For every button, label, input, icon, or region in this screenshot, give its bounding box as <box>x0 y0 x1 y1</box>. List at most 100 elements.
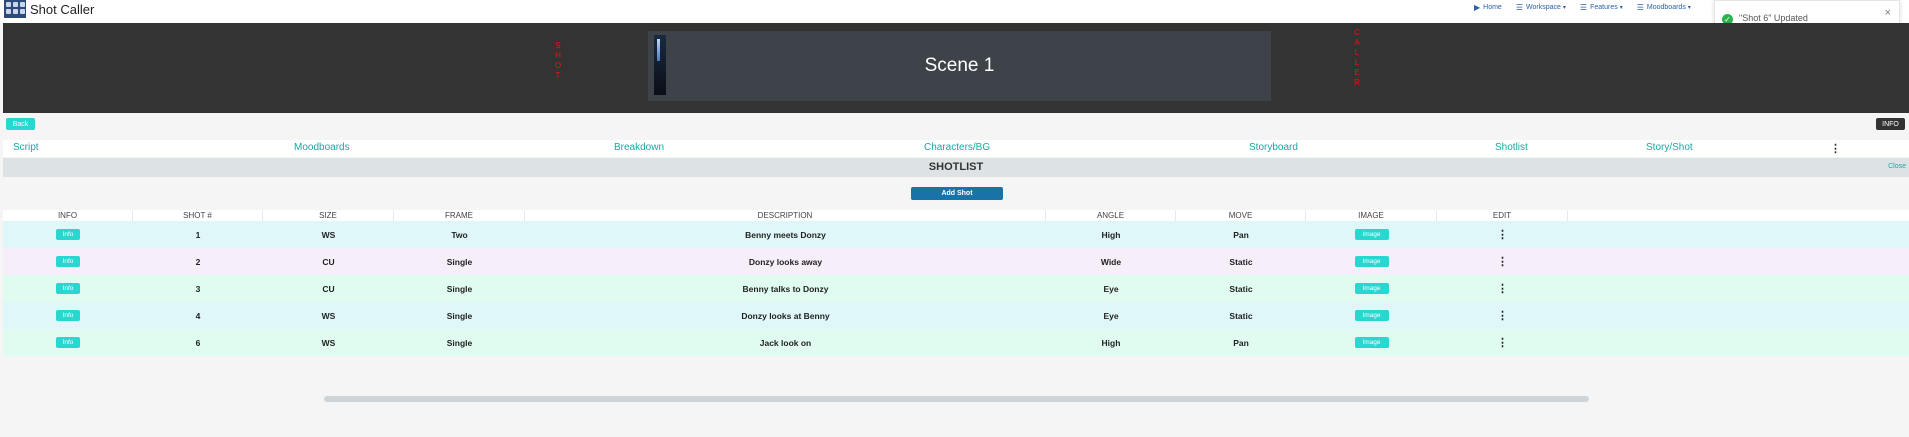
nav-workspace-label: Workspace <box>1526 3 1561 11</box>
table-row: Info 2 CU Single Donzy looks away Wide Static I… <box>3 248 1909 275</box>
caller-letter: A <box>1354 38 1360 47</box>
tab-breakdown[interactable]: Breakdown <box>614 142 664 153</box>
list-icon: ☰ <box>1579 2 1588 12</box>
table-cell-shot-number: 6 <box>195 337 201 348</box>
row-info-button[interactable]: Info <box>56 229 80 240</box>
section-title: SHOTLIST <box>928 161 984 173</box>
more-options-icon[interactable]: ⋮ <box>1830 142 1841 155</box>
close-icon[interactable]: × <box>1885 7 1891 19</box>
nav-home[interactable]: ▶ Home <box>1474 3 1502 12</box>
table-cell-size: WS <box>321 337 336 348</box>
row-info-button[interactable]: Info <box>56 310 80 321</box>
row-image-button[interactable]: Image <box>1354 337 1389 348</box>
shot-vertical-text: S H O T <box>553 41 563 81</box>
table-cell-description: Benny meets Donzy <box>745 229 826 240</box>
column-header-move: MOVE <box>1176 210 1306 221</box>
chevron-down-icon: ▾ <box>1687 4 1691 11</box>
shot-letter: O <box>554 61 562 70</box>
nav-links: ▶ Home ☰ Workspace ▾ ☰ Features ▾ ☰ Mood… <box>1474 0 1705 14</box>
add-shot-button[interactable]: Add Shot <box>911 187 1003 200</box>
table-cell-angle: Eye <box>1103 283 1119 294</box>
table-cell-move: Pan <box>1233 337 1249 348</box>
caller-letter: L <box>1354 58 1360 67</box>
table-cell-size: CU <box>322 256 335 267</box>
table-cell-frame: Single <box>446 310 473 321</box>
row-image-button[interactable]: Image <box>1354 283 1389 294</box>
table-body: Info 1 WS Two Benny meets Donzy High Pan Image ⋮… <box>3 221 1909 356</box>
row-edit-icon[interactable]: ⋮ <box>1497 336 1508 349</box>
shot-letter: S <box>555 41 561 50</box>
table-cell-info: Info <box>3 248 133 275</box>
table-row: Info 1 WS Two Benny meets Donzy High Pan Image ⋮ <box>3 221 1909 248</box>
info-button[interactable]: INFO <box>1876 118 1905 130</box>
table-cell-info: Info <box>3 302 133 329</box>
table-cell-angle: Eye <box>1103 310 1119 321</box>
toast-message: "Shot 6" Updated <box>1739 13 1808 23</box>
close-link[interactable]: Close <box>1888 163 1906 170</box>
nav-features-label: Features <box>1590 3 1618 11</box>
table-cell-angle: High <box>1101 229 1121 240</box>
row-info-button[interactable]: Info <box>56 337 80 348</box>
table-cell-shot-number: 4 <box>195 310 201 321</box>
list-icon: ☰ <box>1515 2 1524 12</box>
tab-storyboard[interactable]: Storyboard <box>1249 142 1298 153</box>
row-image-button[interactable]: Image <box>1354 310 1389 321</box>
table-cell-move: Static <box>1229 283 1253 294</box>
tab-shotlist[interactable]: Shotlist <box>1495 142 1528 153</box>
table-cell-size: WS <box>321 229 336 240</box>
column-header-shot-number: SHOT # <box>133 210 263 221</box>
table-cell-move: Static <box>1229 256 1253 267</box>
nav-home-label: Home <box>1483 3 1502 11</box>
app-title: Shot Caller <box>30 1 95 17</box>
row-info-button[interactable]: Info <box>56 283 80 294</box>
column-header-angle: ANGLE <box>1046 210 1176 221</box>
horizontal-scrollbar[interactable] <box>324 396 1589 402</box>
app-logo-icon <box>4 0 26 18</box>
tab-characters-bg[interactable]: Characters/BG <box>924 142 990 153</box>
table-row: Info 6 WS Single Jack look on High Pan Image ⋮ <box>3 329 1909 356</box>
top-navbar: Shot Caller ▶ Home ☰ Workspace ▾ ☰ Featu… <box>0 0 1909 23</box>
row-image-button[interactable]: Image <box>1354 229 1389 240</box>
nav-features[interactable]: ☰ Features ▾ <box>1580 3 1623 12</box>
nav-moodboards[interactable]: ☰ Moodboards ▾ <box>1637 3 1691 12</box>
tab-moodboards[interactable]: Moodboards <box>294 142 350 153</box>
table-cell-image: Image <box>1306 275 1437 302</box>
caller-letter: L <box>1354 48 1360 57</box>
table-cell-description: Donzy looks away <box>748 256 823 267</box>
row-edit-icon[interactable]: ⋮ <box>1497 255 1508 268</box>
table-cell-image: Image <box>1306 221 1437 248</box>
brand[interactable]: Shot Caller <box>4 0 94 18</box>
back-button[interactable]: Back <box>6 118 35 130</box>
table-cell-description: Benny talks to Donzy <box>742 283 829 294</box>
table-cell-move: Static <box>1229 310 1253 321</box>
tab-story-shot[interactable]: Story/Shot <box>1646 142 1693 153</box>
table-cell-shot-number: 1 <box>195 229 201 240</box>
column-header-info: INFO <box>3 210 133 221</box>
row-edit-icon[interactable]: ⋮ <box>1497 282 1508 295</box>
row-edit-icon[interactable]: ⋮ <box>1497 309 1508 322</box>
column-header-edit: EDIT <box>1437 210 1568 221</box>
tab-script[interactable]: Script <box>13 142 39 153</box>
table-cell-edit: ⋮ <box>1437 329 1568 356</box>
table-row: Info 3 CU Single Benny talks to Donzy Eye Stat… <box>3 275 1909 302</box>
column-header-size: SIZE <box>263 210 394 221</box>
section-title-bar: SHOTLIST Close <box>3 158 1909 177</box>
caller-letter: R <box>1354 78 1360 87</box>
chevron-down-icon: ▾ <box>1562 4 1566 11</box>
nav-workspace[interactable]: ☰ Workspace ▾ <box>1516 3 1566 12</box>
caller-vertical-text: C A L L E R <box>1352 28 1362 88</box>
scene-title-box: Scene 1 <box>648 31 1271 101</box>
table-cell-size: WS <box>321 310 336 321</box>
table-cell-shot-number: 2 <box>195 256 201 267</box>
column-header-description: DESCRIPTION <box>525 210 1046 221</box>
chevron-down-icon: ▾ <box>1619 4 1623 11</box>
row-edit-icon[interactable]: ⋮ <box>1497 228 1508 241</box>
caller-letter: E <box>1354 68 1360 77</box>
table-cell-info: Info <box>3 221 133 248</box>
table-cell-frame: Single <box>446 256 473 267</box>
table-cell-edit: ⋮ <box>1437 221 1568 248</box>
table-cell-description: Jack look on <box>759 337 812 348</box>
row-info-button[interactable]: Info <box>56 256 80 267</box>
row-image-button[interactable]: Image <box>1354 256 1389 267</box>
section-tabs: Script Moodboards Breakdown Characters/B… <box>3 140 1909 157</box>
